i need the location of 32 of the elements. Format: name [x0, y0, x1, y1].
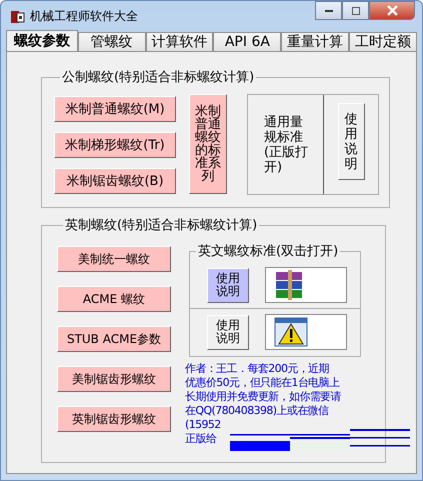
thread-button[interactable]: 米制锯齿螺纹(B) [54, 168, 176, 194]
group-title: 英制螺纹(特别适合非标螺纹计算) [64, 217, 258, 234]
thread-button[interactable]: 米制梯形螺纹(Tr) [54, 132, 176, 158]
minimize-button[interactable] [315, 1, 342, 20]
help-button[interactable]: 使用说明 [207, 314, 249, 350]
group-title: 公制螺纹(特别适合非标螺纹计算) [61, 69, 256, 86]
thread-button[interactable]: 美制统一螺纹 [57, 246, 171, 272]
warning-icon[interactable] [274, 317, 308, 347]
close-button[interactable] [369, 1, 415, 20]
help-button[interactable]: 使用说明 [338, 103, 364, 180]
gauge-button[interactable]: 通用量规标准(正版打开) [248, 95, 324, 194]
window-title: 机械工程师软件大全 [30, 8, 138, 24]
maximize-button[interactable] [342, 1, 369, 20]
tab[interactable]: API 6A [213, 32, 282, 51]
minimize-icon [324, 10, 332, 12]
thread-button[interactable]: STUB ACME参数 [57, 326, 171, 352]
series-button[interactable]: 米制普通螺纹的标准系列 [189, 94, 227, 194]
thread-button[interactable]: 英制锯齿形螺纹 [57, 406, 171, 432]
notice-text: 作者：王工．每套200元，近期 优惠价50元，但只能在1台电脑上 长期使用并免费更新，如你需要请 在QQ(780408398)上或在微信 (15952 正版给 [185, 362, 342, 446]
thread-button[interactable]: 美制锯齿形螺纹 [57, 366, 171, 392]
thread-button[interactable]: 米制普通螺纹(M) [54, 96, 176, 122]
group-title: 英文螺纹标准(双击打开) [197, 243, 340, 260]
app-icon [10, 8, 26, 24]
thread-button[interactable]: ACME 螺纹 [57, 286, 171, 312]
maximize-icon [350, 6, 360, 16]
tab[interactable]: 计算软件 [146, 32, 214, 51]
tab[interactable]: 工时定额 [349, 32, 417, 51]
tab[interactable]: 螺纹参数 [6, 30, 78, 51]
close-icon [386, 5, 398, 16]
tab[interactable]: 管螺纹 [78, 32, 146, 51]
help-button[interactable]: 使用说明 [207, 268, 249, 302]
tab[interactable]: 重量计算 [281, 32, 350, 51]
